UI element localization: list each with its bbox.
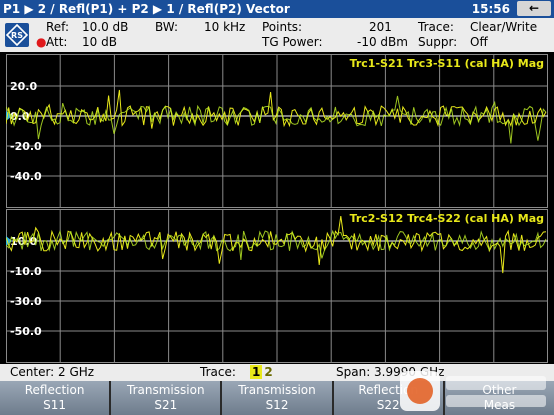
suppr-value: Off [470,35,488,49]
tg-power-label: TG Power: [262,35,323,49]
title-bar: P1 ▶ 2 / Refl(P1) + P2 ▶ 1 / Refl(P2) Ve… [0,0,554,18]
y-tick-label: -40.0 [10,170,42,183]
bw-label: BW: [155,20,179,34]
suppr-label: Suppr: [418,35,458,49]
att-label: Att: [46,35,68,49]
softkey-label: Transmission [238,383,316,397]
clock: 15:56 [471,2,510,16]
trace-plot-1[interactable]: 20.0 0.0 -20.0 -40.0 Trc1-S21 Trc3-S11 (cal … [6,54,548,208]
trace-legend: Trc1-S21 Trc3-S11 (cal HA) Mag [350,57,544,70]
att-indicator-dot: ● [36,35,47,49]
measurement-title: P1 ▶ 2 / Refl(P1) + P2 ▶ 1 / Refl(P2) Ve… [3,2,290,16]
trace-plot-2[interactable]: 10.0 -10.0 -30.0 -50.0 Trc2-S12 Trc4-S22 (ca… [6,209,548,363]
trace-mode-value: Clear/Write [470,20,538,34]
trace-plot-2-svg: 10.0-10.0-30.0-50.0Trc2-S12 Trc4-S22 (ca… [6,209,548,363]
softkey-sublabel: S21 [154,398,178,412]
ref-value: 10.0 dB [82,20,129,34]
softkey-sublabel: S11 [43,398,67,412]
trace-legend: Trc2-S12 Trc4-S22 (cal HA) Mag [350,212,544,225]
points-value: 201 [369,20,392,34]
trace-label: Trace: [418,20,454,34]
trace-selector[interactable]: 12 [250,365,275,379]
softkey-label: Transmission [127,383,205,397]
watermark-logo [400,371,546,411]
settings-bar: RS Ref: 10.0 dB ● Att: 10 dB BW: 10 kHz … [0,18,554,52]
y-tick-label: -10.0 [10,265,42,278]
bw-value: 10 kHz [204,20,246,34]
points-label: Points: [262,20,303,34]
y-tick-label: -50.0 [10,325,42,338]
trace-1-button[interactable]: 1 [250,365,263,379]
softkey-label: Reflection [24,383,85,397]
trace-2-button[interactable]: 2 [262,365,274,379]
softkey-transmission-s12[interactable]: Transmission S12 [222,381,332,415]
y-tick-label: 20.0 [10,80,37,93]
back-arrow-icon[interactable]: ← [517,1,551,16]
rohde-schwarz-logo: RS [5,23,29,47]
svg-text:RS: RS [11,31,23,40]
center-frequency: Center: 2 GHz [10,365,95,379]
softkey-reflection-s11[interactable]: Reflection S11 [0,381,110,415]
att-value: 10 dB [82,35,117,49]
tg-power-value: -10 dBm [357,35,408,49]
y-tick-label: -20.0 [10,140,42,153]
softkey-transmission-s21[interactable]: Transmission S21 [111,381,221,415]
y-tick-label: -30.0 [10,295,42,308]
trace-plot-1-svg: 20.00.0-20.0-40.0Trc1-S21 Trc3-S11 (cal … [6,54,548,208]
trace-select-label: Trace: [200,365,236,379]
ref-label: Ref: [46,20,70,34]
softkey-sublabel: S12 [265,398,289,412]
